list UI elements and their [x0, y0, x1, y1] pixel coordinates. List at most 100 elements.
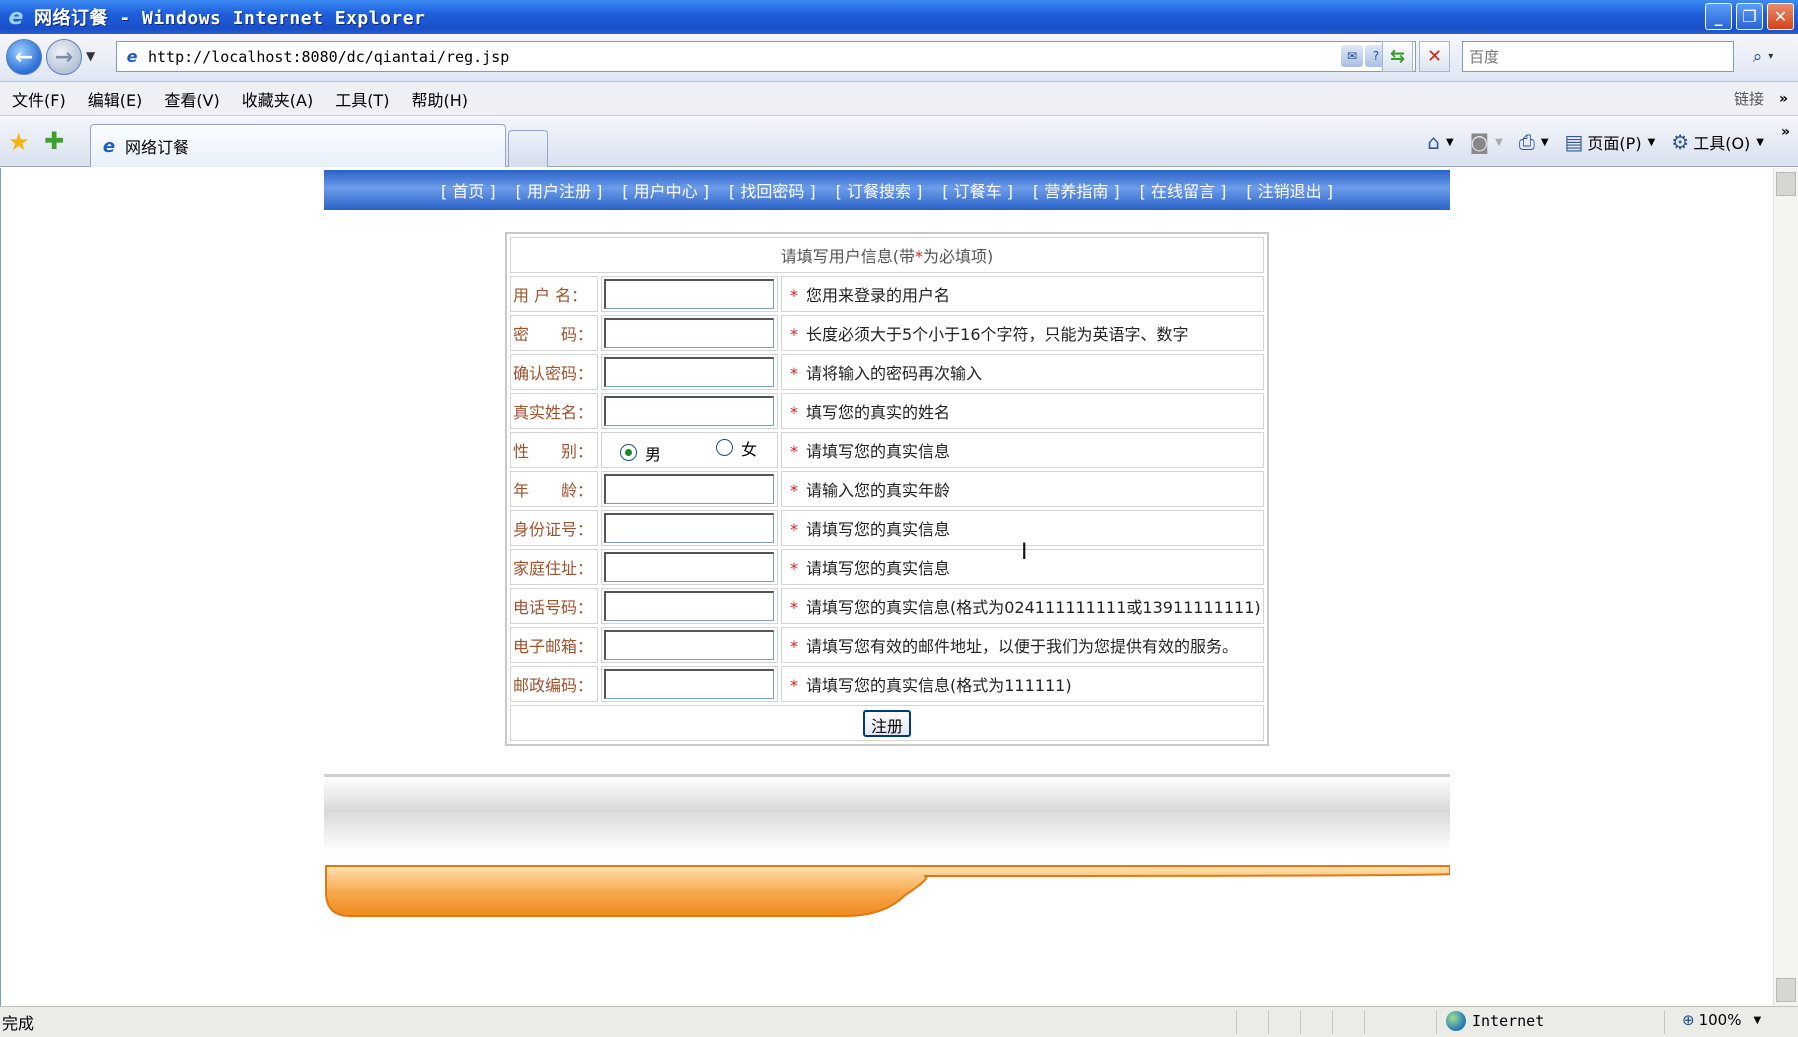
search-button[interactable]: ⌕ ▾ [1738, 41, 1788, 72]
nav-guestbook[interactable]: [ 在线留言 ] [1140, 178, 1227, 202]
id-number-input[interactable] [604, 513, 774, 543]
tools-menu-dropdown-icon: ▼ [1756, 136, 1764, 148]
menu-view[interactable]: 查看(V) [164, 87, 219, 111]
status-divider [1268, 1011, 1269, 1034]
search-input[interactable] [1463, 42, 1733, 71]
nav-user-center[interactable]: [ 用户中心 ] [622, 178, 709, 202]
compatibility-icon[interactable]: ✉ [1341, 45, 1363, 67]
command-bar: ⌂ ▼ ◙ ▼ ⎙ ▼ ▤ 页面(P) ▼ ⚙ 工具(O) ▼ » [1411, 124, 1798, 160]
forward-button[interactable]: → [46, 39, 82, 75]
password-input[interactable] [604, 318, 774, 348]
age-input[interactable] [604, 474, 774, 504]
email-hint: 请填写您有效的邮件地址，以便于我们为您提供有效的服务。 [806, 637, 1239, 656]
zoom-control[interactable]: ⊕ 100% ▼ [1682, 1011, 1761, 1029]
required-mark: * [790, 403, 798, 422]
zoom-level: 100% [1698, 1011, 1742, 1029]
minimize-button[interactable]: _ [1705, 3, 1732, 30]
command-chevron-icon[interactable]: » [1781, 124, 1790, 140]
back-button[interactable]: ← [6, 39, 42, 75]
scroll-down-button[interactable] [1776, 978, 1796, 1002]
radio-unchecked-icon [716, 439, 734, 456]
nav-logout[interactable]: [ 注销退出 ] [1246, 178, 1333, 202]
required-mark: * [790, 598, 798, 617]
address-hint: 请填写您的真实信息 [806, 559, 951, 578]
address-url[interactable]: http://localhost:8080/dc/qiantai/reg.jsp [148, 48, 509, 66]
nav-cart[interactable]: [ 订餐车 ] [942, 178, 1013, 202]
status-divider [1300, 1011, 1301, 1034]
confirm-password-hint: 请将输入的密码再次输入 [806, 364, 983, 383]
row-username: 用 户 名： * 您用来登录的用户名 [510, 276, 1264, 312]
tab-title: 网络订餐 [125, 138, 190, 157]
footer-band [324, 774, 1450, 852]
zoom-dropdown-icon: ▼ [1753, 1014, 1762, 1026]
nav-order-search[interactable]: [ 订餐搜索 ] [836, 178, 923, 202]
vertical-scrollbar[interactable] [1773, 168, 1798, 1006]
email-input[interactable] [604, 630, 774, 660]
nav-register[interactable]: [ 用户注册 ] [516, 178, 603, 202]
scroll-up-button[interactable] [1776, 172, 1796, 196]
add-favorite-icon[interactable]: ✚ [44, 127, 64, 155]
print-button[interactable]: ⎙ ▼ [1519, 130, 1549, 154]
menu-edit[interactable]: 编辑(E) [88, 87, 143, 111]
status-text: 完成 [2, 1014, 35, 1033]
new-tab-button[interactable] [508, 130, 548, 167]
tools-menu-button[interactable]: ⚙ 工具(O) ▼ [1671, 130, 1764, 154]
refresh-button[interactable]: ⇆ [1382, 41, 1413, 72]
address-bar[interactable]: e http://localhost:8080/dc/qiantai/reg.j… [116, 41, 1416, 72]
phone-hint: 请填写您的真实信息(格式为024111111111或13911111111) [806, 598, 1261, 617]
rss-icon: ◙ [1469, 130, 1490, 154]
nav-find-password[interactable]: [ 找回密码 ] [729, 178, 816, 202]
search-box[interactable] [1462, 41, 1734, 72]
row-password: 密 码： * 长度必须大于5个小于16个字符，只能为英语字、数字 [510, 315, 1264, 351]
refresh-icon: ⇆ [1389, 46, 1406, 67]
menu-favorites[interactable]: 收藏夹(A) [242, 87, 313, 111]
submit-row: 注册 [510, 705, 1264, 741]
nav-nutrition-guide[interactable]: [ 营养指南 ] [1033, 178, 1120, 202]
postcode-hint: 请填写您的真实信息(格式为111111) [806, 676, 1072, 695]
register-button[interactable]: 注册 [862, 709, 911, 737]
page-menu-label: 页面(P) [1587, 134, 1642, 153]
nav-home[interactable]: [ 首页 ] [441, 178, 496, 202]
username-label: 用 户 名： [510, 276, 598, 312]
zoom-icon: ⊕ [1682, 1011, 1695, 1029]
row-real-name: 真实姓名： * 填写您的真实的姓名 [510, 393, 1264, 429]
forward-arrow-icon: → [54, 44, 74, 70]
page-icon: e [126, 47, 138, 66]
menu-bar: 文件(F) 编辑(E) 查看(V) 收藏夹(A) 工具(T) 帮助(H) 链接 … [0, 82, 1798, 116]
menu-file[interactable]: 文件(F) [12, 87, 66, 111]
favorites-star-icon[interactable]: ★ [8, 128, 30, 156]
tab-active[interactable]: e 网络订餐 [90, 124, 506, 167]
postcode-input[interactable] [604, 669, 774, 699]
gender-male-radio[interactable]: 男 [620, 441, 661, 465]
site-nav-bar: [ 首页 ] [ 用户注册 ] [ 用户中心 ] [ 找回密码 ] [ 订餐搜索… [324, 170, 1450, 210]
gender-label: 性 别： [510, 432, 598, 468]
zone-label: Internet [1472, 1012, 1545, 1030]
menu-tools[interactable]: 工具(T) [335, 87, 389, 111]
id-number-label: 身份证号： [510, 510, 598, 546]
links-toolbar-label[interactable]: 链接 [1734, 88, 1764, 109]
status-divider [1236, 1011, 1237, 1034]
feeds-button[interactable]: ◙ ▼ [1470, 130, 1503, 154]
menu-chevron-icon[interactable]: » [1779, 91, 1788, 107]
status-divider [1664, 1011, 1665, 1034]
home-button[interactable]: ⌂ ▼ [1427, 130, 1453, 154]
real-name-input[interactable] [604, 396, 774, 426]
gender-female-radio[interactable]: 女 [716, 436, 757, 460]
postcode-label: 邮政编码： [510, 666, 598, 702]
tab-page-icon: e [102, 135, 116, 157]
required-mark: * [790, 481, 798, 500]
address-input[interactable] [604, 552, 774, 582]
page-menu-button[interactable]: ▤ 页面(P) ▼ [1565, 130, 1656, 154]
confirm-password-input[interactable] [604, 357, 774, 387]
security-zone[interactable]: Internet [1446, 1011, 1544, 1031]
stop-button[interactable]: ✕ [1419, 41, 1450, 72]
age-hint: 请输入您的真实年龄 [806, 481, 951, 500]
username-hint: 您用来登录的用户名 [806, 286, 951, 305]
username-input[interactable] [604, 279, 774, 309]
menu-help[interactable]: 帮助(H) [411, 87, 468, 111]
phone-input[interactable] [604, 591, 774, 621]
recent-pages-dropdown-icon[interactable]: ▼ [86, 49, 95, 63]
close-button[interactable]: ✕ [1767, 3, 1794, 30]
maximize-button[interactable]: ❐ [1736, 3, 1763, 30]
row-email: 电子邮箱： * 请填写您有效的邮件地址，以便于我们为您提供有效的服务。 [510, 627, 1264, 663]
